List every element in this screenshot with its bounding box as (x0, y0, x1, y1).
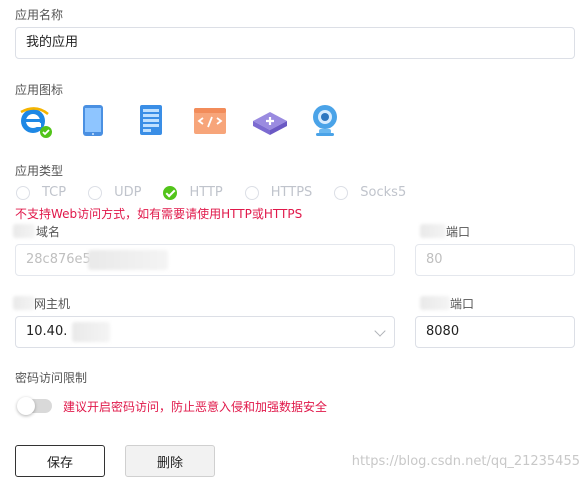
password-toggle[interactable] (17, 397, 52, 415)
password-limit-label: 密码访问限制 (15, 371, 88, 385)
lan-host-label: 网主机 (34, 297, 71, 311)
radio-tcp-circle (16, 185, 30, 200)
radio-udp-label: UDP (114, 185, 142, 200)
app-type-radio-group: TCP UDP HTTP HTTPS Socks5 (16, 185, 428, 200)
code-window-icon[interactable] (192, 102, 250, 140)
redacted-host-suffix (72, 322, 110, 342)
redacted-domain-suffix (88, 250, 168, 270)
radio-udp-circle (88, 185, 103, 200)
radio-http-check-icon (163, 185, 178, 200)
tablet-icon[interactable] (76, 102, 134, 140)
redacted-host-label-prefix (13, 296, 35, 310)
app-name-input[interactable]: 我的应用 (15, 27, 575, 59)
delete-button[interactable]: 删除 (125, 445, 215, 477)
radio-http[interactable]: HTTP (163, 185, 223, 200)
network-box-icon[interactable] (250, 102, 308, 140)
app-name-label: 应用名称 (15, 8, 64, 22)
domain-input[interactable]: 28c876e5 (15, 244, 395, 276)
radio-https-circle (244, 185, 259, 200)
radio-socks5[interactable]: Socks5 (334, 185, 406, 200)
radio-tcp[interactable]: TCP (16, 185, 66, 200)
domain-port-label: 端口 (446, 225, 471, 239)
radio-https[interactable]: HTTPS (244, 185, 313, 200)
domain-port-input[interactable]: 80 (415, 244, 575, 276)
redacted-lan-port-label-prefix (420, 296, 450, 310)
lan-host-value: 10.40. (26, 324, 68, 339)
radio-socks5-label: Socks5 (360, 185, 407, 200)
radio-tcp-label: TCP (42, 185, 67, 200)
password-hint: 建议开启密码访问，防止恶意入侵和加强数据安全 (63, 400, 328, 414)
radio-udp[interactable]: UDP (88, 185, 141, 200)
app-icon-picker (18, 102, 366, 140)
redacted-label-prefix (13, 224, 35, 238)
app-icon-label: 应用图标 (15, 83, 64, 97)
radio-https-label: HTTPS (270, 185, 313, 200)
radio-socks5-circle (334, 185, 349, 200)
lan-port-input[interactable]: 8080 (415, 316, 575, 348)
csdn-watermark: https://blog.csdn.net/qq_21235455 (351, 454, 580, 469)
ie-browser-icon[interactable] (18, 102, 76, 140)
save-button[interactable]: 保存 (15, 445, 105, 477)
web-access-warning: 不支持Web访问方式，如有需要请使用HTTP或HTTPS (15, 207, 303, 221)
redacted-port-label-prefix (420, 224, 446, 238)
app-type-label: 应用类型 (15, 164, 64, 178)
webcam-icon[interactable] (308, 102, 366, 140)
domain-label: 域名 (36, 225, 61, 239)
server-rack-icon[interactable] (134, 102, 192, 140)
lan-port-label: 端口 (450, 297, 475, 311)
radio-http-label: HTTP (189, 185, 223, 200)
chevron-down-icon (374, 325, 386, 337)
toggle-knob (17, 397, 35, 415)
